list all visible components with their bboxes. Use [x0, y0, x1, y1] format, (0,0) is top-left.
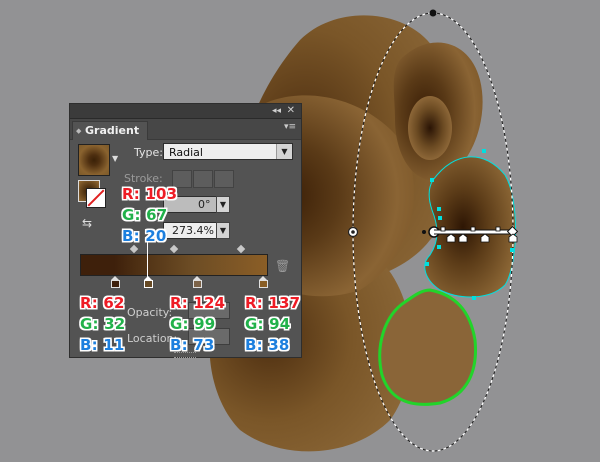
gradient-midpoint[interactable]: [495, 226, 501, 232]
annotation-stop1-g: G: 32: [80, 315, 126, 333]
annotation-stop2-b: B: 73: [170, 336, 215, 354]
swatch-dropdown-icon[interactable]: ▼: [112, 154, 118, 163]
gradient-stop[interactable]: [111, 276, 120, 288]
annotation-top-r: R: 103: [122, 185, 178, 203]
aspect-ratio-value: 273.4%: [172, 224, 214, 237]
type-select-value: Radial: [169, 146, 203, 159]
petal-selected[interactable]: [424, 156, 516, 298]
stroke-across-button[interactable]: [214, 170, 234, 188]
annotation-top-g: G: 67: [122, 206, 168, 224]
gradient-radius-handle[interactable]: [429, 9, 437, 17]
panel-title-bar[interactable]: ◂◂ ✕: [70, 104, 301, 119]
opacity-label: Opacity:: [127, 306, 173, 319]
angle-dropdown-icon[interactable]: ▼: [216, 196, 230, 213]
annotation-stop2-g: G: 99: [170, 315, 216, 333]
reverse-gradient-icon[interactable]: ⇆: [82, 216, 102, 232]
gradient-aspect-handle-inner: [351, 230, 355, 234]
anchor-dot: [422, 230, 426, 234]
tab-gradient-label: Gradient: [85, 124, 140, 137]
gradient-stop[interactable]: [193, 276, 202, 288]
gradient-midpoint[interactable]: [470, 226, 476, 232]
stroke-label: Stroke:: [124, 172, 163, 185]
collapse-panel-icon[interactable]: ◂◂: [272, 104, 281, 118]
panel-menu-icon[interactable]: ▾≡: [284, 122, 296, 132]
aspect-dropdown-icon[interactable]: ▼: [216, 222, 230, 239]
gradient-midpoint-diamond[interactable]: [236, 244, 246, 254]
tab-gradient[interactable]: ◆ Gradient: [72, 121, 149, 140]
gradient-stop[interactable]: [259, 276, 268, 288]
gradient-stop-selected[interactable]: [144, 276, 153, 288]
annotation-stop1-b: B: 11: [80, 336, 125, 354]
gradient-midpoint[interactable]: [440, 226, 446, 232]
type-select[interactable]: Radial ▼: [163, 143, 293, 160]
annotation-stop3-g: G: 94: [245, 315, 291, 333]
type-label: Type:: [134, 146, 163, 159]
stroke-none-icon[interactable]: [86, 188, 106, 208]
trash-icon[interactable]: 🗑: [275, 259, 290, 273]
petal-hole: [408, 96, 452, 160]
chevron-down-icon[interactable]: ▼: [276, 144, 292, 159]
annotation-stop1-r: R: 62: [80, 294, 125, 312]
gradient-swatch-thumbnail[interactable]: [78, 144, 110, 176]
panel-tab-row: ◆ Gradient ▾≡: [70, 119, 301, 140]
close-panel-icon[interactable]: ✕: [287, 104, 295, 118]
annotation-stop3-b: B: 38: [245, 336, 290, 354]
annotation-top-b: B: 20: [122, 227, 167, 245]
tab-expand-icon[interactable]: ◆: [76, 122, 81, 140]
gradient-midpoint-diamond[interactable]: [169, 244, 179, 254]
annotation-stop3-r: R: 137: [245, 294, 301, 312]
annotation-stop2-r: R: 124: [170, 294, 226, 312]
gradient-slider[interactable]: [80, 254, 268, 276]
angle-value: 0°: [198, 198, 211, 211]
gradient-midpoint-diamond[interactable]: [129, 244, 139, 254]
stroke-along-button[interactable]: [193, 170, 213, 188]
